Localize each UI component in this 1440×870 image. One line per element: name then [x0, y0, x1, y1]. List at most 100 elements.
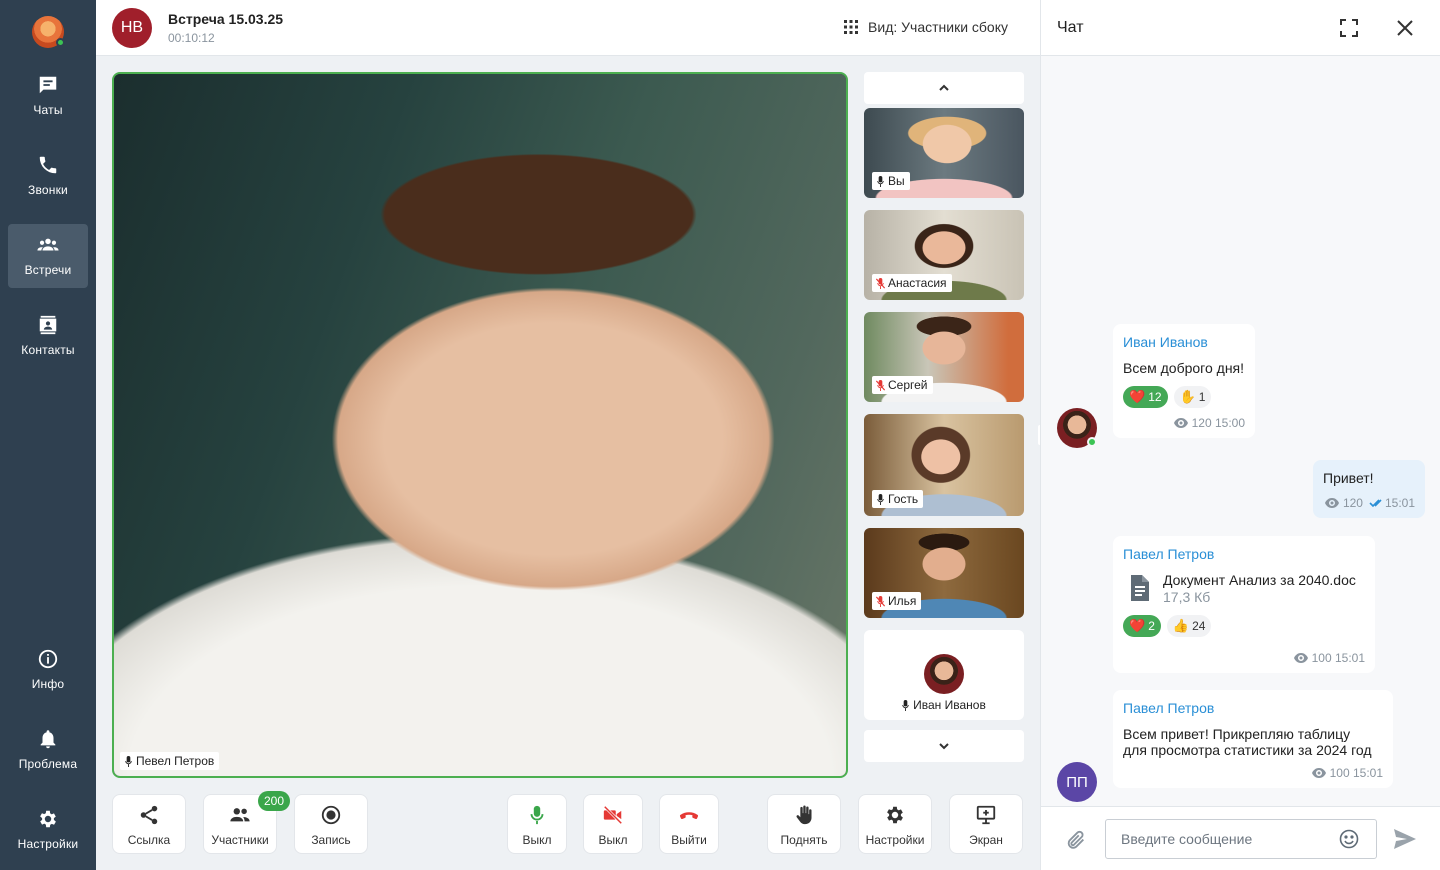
eye-icon [1173, 418, 1188, 428]
record-label: Запись [311, 833, 351, 847]
chat-composer [1041, 806, 1440, 870]
fullscreen-icon[interactable] [1339, 18, 1359, 38]
sidebar: Чаты Звонки Встречи Контакты Инфо Пробле… [0, 0, 96, 870]
message-author[interactable]: Павел Петров [1123, 546, 1365, 562]
participant-tile[interactable]: Илья [864, 528, 1024, 618]
participant-name: Иван Иванов [913, 698, 986, 712]
message-text: Всем доброго дня! [1123, 360, 1245, 376]
participants-button[interactable]: Участники 200 [203, 791, 290, 854]
gear-icon [887, 806, 903, 824]
mic-icon [877, 493, 884, 505]
mic-off-icon [876, 277, 885, 289]
message-author[interactable]: Иван Иванов [1123, 334, 1245, 350]
eye-icon [1293, 653, 1308, 663]
participant-name: Сергей [888, 378, 928, 392]
info-icon [38, 649, 58, 669]
paperclip-icon[interactable] [1065, 829, 1087, 851]
sidebar-item-label: Контакты [21, 343, 75, 357]
message-author[interactable]: Павел Петров [1123, 700, 1383, 716]
camera-toggle-button[interactable]: Выкл [583, 794, 643, 854]
sidebar-item-info[interactable]: Инфо [8, 638, 88, 702]
avatar[interactable] [1057, 408, 1097, 448]
reaction-count: 24 [1192, 619, 1206, 633]
mic-icon [877, 175, 884, 187]
reaction-thumbs-up[interactable]: 👍 24 [1166, 615, 1212, 637]
gear-icon [40, 810, 56, 828]
share-link-button[interactable]: Ссылка [112, 794, 186, 854]
chat-header: Чат [1041, 0, 1440, 56]
sidebar-item-label: Настройки [17, 837, 79, 851]
chat-icon [39, 76, 57, 94]
sidebar-item-meetings[interactable]: Встречи [8, 224, 88, 288]
participant-tile[interactable]: Вы [864, 108, 1024, 198]
views-count: 100 [1329, 766, 1350, 780]
participant-avatar [924, 654, 964, 694]
share-screen-button[interactable]: Экран [949, 794, 1023, 854]
microphone-toggle-button[interactable]: Выкл [507, 794, 567, 854]
camera-label: Выкл [598, 833, 628, 847]
participant-name-tag: Илья [872, 592, 922, 610]
user-avatar[interactable] [32, 16, 65, 48]
raise-hand-label: Поднять [780, 833, 828, 847]
microphone-label: Выкл [522, 833, 552, 847]
sidebar-item-settings[interactable]: Настройки [8, 798, 88, 862]
call-settings-button[interactable]: Настройки [858, 794, 932, 854]
message-meta: 100 15:01 [1123, 651, 1365, 665]
sidebar-item-label: Проблема [18, 757, 78, 771]
document-icon [1131, 575, 1149, 601]
sidebar-item-chats[interactable]: Чаты [8, 64, 88, 128]
sidebar-item-problem[interactable]: Проблема [8, 718, 88, 782]
participant-tile[interactable]: Сергей [864, 312, 1024, 402]
double-check-icon [1369, 499, 1382, 508]
mic-icon [902, 699, 909, 711]
call-settings-label: Настройки [865, 833, 925, 847]
thumbnails-scroll-up-button[interactable] [864, 72, 1024, 104]
message-text-line: для просмотра статистики за 2024 год [1123, 742, 1372, 758]
raise-hand-button[interactable]: Поднять [767, 794, 841, 854]
group-icon [37, 238, 59, 251]
online-status-dot [1087, 437, 1097, 447]
chat-message: Иван Иванов Всем доброго дня! ❤️ 12 ✋ 1 12… [1113, 324, 1255, 438]
emoji-icon[interactable] [1339, 829, 1359, 849]
sidebar-item-contacts[interactable]: Контакты [8, 304, 88, 368]
main-video[interactable]: Певел Петров [112, 72, 848, 778]
thumbs-up-emoji: 👍 [1172, 618, 1190, 633]
avatar[interactable]: ПП [1057, 762, 1097, 802]
chevron-down-icon [939, 743, 949, 750]
participant-tile[interactable]: Гость [864, 414, 1024, 516]
reaction-hand[interactable]: ✋ 1 [1173, 386, 1212, 408]
views-count: 120 [1342, 496, 1363, 510]
file-attachment[interactable]: Документ Анализ за 2040.doc 17,3 Кб [1123, 572, 1365, 605]
close-icon[interactable] [1395, 18, 1415, 38]
participant-tile[interactable]: Анастасия [864, 210, 1024, 300]
message-time: 15:00 [1214, 416, 1245, 430]
online-status-dot [56, 38, 65, 47]
leave-call-button[interactable]: Выйти [659, 794, 719, 854]
leave-call-label: Выйти [671, 833, 707, 847]
participant-name: Вы [888, 174, 905, 188]
message-meta: 120 15:01 [1323, 496, 1415, 510]
view-mode-label: Вид: Участники сбоку [868, 19, 1008, 35]
meeting-title: Встреча 15.03.25 [168, 11, 284, 27]
send-icon[interactable] [1393, 828, 1417, 850]
chat-panel: Чат Иван Иванов Всем доброго дня! ❤️ 12 ✋… [1040, 0, 1440, 870]
bell-icon [40, 730, 56, 749]
meeting-avatar: НВ [112, 8, 152, 48]
participant-name-tag: Иван Иванов [897, 696, 991, 714]
reaction-heart[interactable]: ❤️ 2 [1123, 615, 1161, 637]
sidebar-item-calls[interactable]: Звонки [8, 144, 88, 208]
chat-message-own: Привет! 120 15:01 [1313, 460, 1425, 518]
people-icon [230, 808, 250, 822]
participant-name: Илья [888, 594, 917, 608]
message-input[interactable] [1105, 819, 1377, 859]
view-mode-button[interactable]: Вид: Участники сбоку [844, 19, 1008, 35]
reaction-heart[interactable]: ❤️ 12 [1123, 386, 1168, 408]
views-count: 120 [1191, 416, 1212, 430]
participant-name-tag: Гость [872, 490, 924, 508]
meeting-header: НВ Встреча 15.03.25 00:10:12 Вид: Участн… [96, 0, 1040, 56]
chat-message: Павел Петров Всем привет! Прикрепляю таб… [1113, 690, 1393, 788]
participant-tile[interactable]: Иван Иванов [864, 630, 1024, 720]
participant-name-tag: Сергей [872, 376, 933, 394]
record-button[interactable]: Запись [294, 794, 368, 854]
thumbnails-scroll-down-button[interactable] [864, 730, 1024, 762]
